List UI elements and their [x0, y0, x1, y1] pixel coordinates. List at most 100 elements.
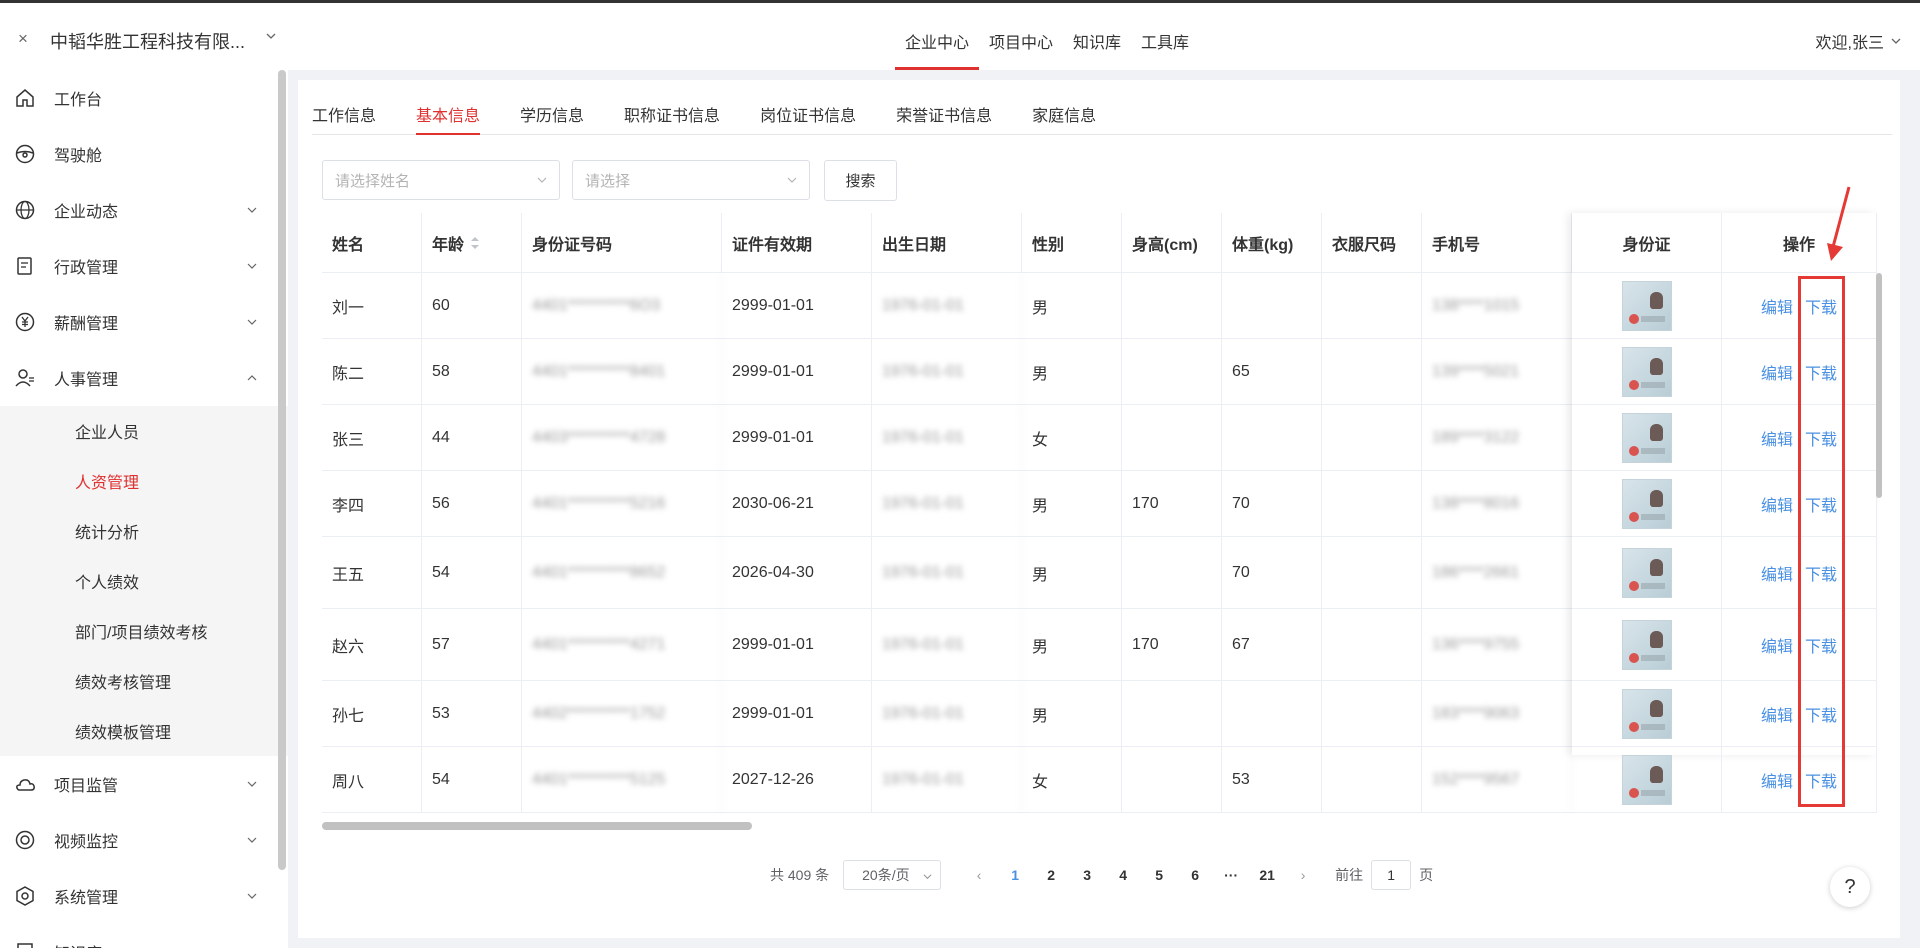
id-card-cell [1572, 339, 1722, 404]
header-label: 衣服尺码 [1332, 236, 1397, 254]
sidebar-subitem-dept-performance[interactable]: 部门/项目绩效考核 [0, 606, 288, 656]
user-menu[interactable]: 欢迎,张三 [1816, 29, 1902, 53]
page-button[interactable]: 5 [1144, 860, 1174, 890]
id-card-thumbnail[interactable] [1621, 619, 1672, 670]
prev-page-button[interactable]: ‹ [964, 860, 994, 890]
tab-family-info[interactable]: 家庭信息 [1032, 102, 1096, 135]
tab-basic-info[interactable]: 基本信息 [416, 102, 481, 135]
cell-col-gender: 男 [1022, 339, 1122, 404]
table-row: 王五 54 4401**********8652 2026-04-30 1976-01-… [322, 537, 1572, 609]
id-card-thumbnail[interactable] [1621, 346, 1672, 397]
edit-link[interactable]: 编辑 [1761, 492, 1793, 516]
page-button[interactable]: 1 [1000, 860, 1030, 890]
id-card-cell [1572, 273, 1722, 338]
page-button[interactable]: 2 [1036, 860, 1066, 890]
cell-col-height [1122, 405, 1222, 470]
sidebar-item-enterprise-news[interactable]: 企业动态 [0, 182, 288, 238]
sidebar-subitem-performance-template[interactable]: 绩效模板管理 [0, 706, 288, 756]
horizontal-scrollbar[interactable] [322, 822, 752, 830]
close-icon[interactable]: × [18, 29, 28, 49]
id-card-thumbnail[interactable] [1621, 688, 1672, 739]
tab-education-info[interactable]: 学历信息 [520, 102, 584, 135]
id-card-thumbnail[interactable] [1621, 754, 1672, 805]
table-vertical-scrollbar[interactable] [1876, 273, 1882, 498]
cell-col-birth-date: 1976-01-01 [872, 273, 1022, 338]
chevron-down-icon [247, 319, 257, 325]
id-card-thumbnail[interactable] [1621, 280, 1672, 331]
sidebar-item-workbench[interactable]: 工作台 [0, 70, 288, 126]
next-page-button[interactable]: › [1288, 860, 1318, 890]
other-select[interactable]: 请选择 [572, 160, 810, 200]
id-card-seal [1628, 313, 1639, 324]
sidebar-subitem-performance-management[interactable]: 绩效考核管理 [0, 656, 288, 706]
sort-icon[interactable] [470, 236, 480, 250]
topnav-enterprise-center[interactable]: 企业中心 [895, 3, 980, 70]
cell-col-gender: 男 [1022, 537, 1122, 608]
sidebar-subitem-statistics[interactable]: 统计分析 [0, 506, 288, 556]
cell-col-height [1122, 273, 1222, 338]
sidebar-item-administration[interactable]: 行政管理 [0, 238, 288, 294]
sidebar-subitem-personal-performance[interactable]: 个人绩效 [0, 556, 288, 606]
page-button[interactable]: 21 [1252, 860, 1282, 890]
chevron-down-icon[interactable] [265, 30, 277, 42]
download-column-highlight [1798, 276, 1845, 807]
tab-title-cert-info[interactable]: 职称证书信息 [624, 102, 720, 135]
sidebar-item-cockpit[interactable]: 驾驶舱 [0, 126, 288, 182]
horizontal-scroll-track[interactable] [322, 822, 1572, 830]
cell-col-height [1122, 339, 1222, 404]
sidebar-subitem-enterprise-staff[interactable]: 企业人员 [0, 406, 288, 456]
sidebar-item-knowledge[interactable]: 知识库 [0, 924, 288, 948]
cell-col-id-expiry: 2027-12-26 [722, 747, 872, 812]
cell-col-id-number: 4401**********6O3 [522, 273, 722, 338]
sidebar-item-video-monitoring[interactable]: 视频监控 [0, 812, 288, 868]
page-button[interactable]: 6 [1180, 860, 1210, 890]
tab-work-info[interactable]: 工作信息 [312, 102, 376, 135]
cell-col-birth-date: 1976-01-01 [872, 747, 1022, 812]
tab-post-cert-info[interactable]: 岗位证书信息 [760, 102, 856, 135]
cell-col-phone: 139****5021 [1422, 339, 1572, 404]
help-button[interactable]: ? [1830, 867, 1870, 907]
edit-link[interactable]: 编辑 [1761, 426, 1793, 450]
id-card-seal [1628, 787, 1639, 798]
search-button[interactable]: 搜索 [824, 160, 897, 201]
document-icon [14, 255, 36, 277]
header-col-age[interactable]: 年龄 [422, 213, 522, 272]
edit-link[interactable]: 编辑 [1761, 360, 1793, 384]
cell-col-gender: 男 [1022, 471, 1122, 536]
name-select[interactable]: 请选择姓名 [322, 160, 560, 200]
cell-col-size [1322, 471, 1422, 536]
page-button[interactable]: 3 [1072, 860, 1102, 890]
cell-col-phone: 136****9755 [1422, 609, 1572, 680]
page-button[interactable]: 4 [1108, 860, 1138, 890]
cell-col-birth-date: 1976-01-01 [872, 537, 1022, 608]
edit-link[interactable]: 编辑 [1761, 768, 1793, 792]
id-card-thumbnail[interactable] [1621, 412, 1672, 463]
edit-link[interactable]: 编辑 [1761, 561, 1793, 585]
edit-link[interactable]: 编辑 [1761, 294, 1793, 318]
table-row: 刘一 60 4401**********6O3 2999-01-01 1976-01-0… [322, 273, 1572, 339]
company-name[interactable]: 中韬华胜工程科技有限... [50, 28, 245, 54]
cell-col-height [1122, 537, 1222, 608]
edit-link[interactable]: 编辑 [1761, 633, 1793, 657]
topnav-tool-library[interactable]: 工具库 [1131, 3, 1199, 70]
cell-col-gender: 女 [1022, 405, 1122, 470]
pagination-total: 共 409 条 [770, 867, 830, 883]
goto-page-input[interactable]: 1 [1371, 860, 1412, 890]
topnav-project-center[interactable]: 项目中心 [979, 3, 1063, 70]
id-card-thumbnail[interactable] [1621, 547, 1672, 598]
sidebar-item-hr[interactable]: 人事管理 [0, 350, 288, 406]
cell-col-size [1322, 405, 1422, 470]
sidebar-item-project-supervision[interactable]: 项目监管 [0, 756, 288, 812]
sidebar-subitem-hr-management[interactable]: 人资管理 [0, 456, 288, 506]
info-tabs: 工作信息 基本信息 学历信息 职称证书信息 岗位证书信息 荣誉证书信息 家庭信息 [312, 102, 1892, 135]
sidebar-scrollbar[interactable] [278, 70, 286, 870]
page-size-select[interactable]: 20条/页 [843, 860, 942, 890]
sidebar-item-salary[interactable]: 薪酬管理 [0, 294, 288, 350]
id-card-thumbnail[interactable] [1621, 478, 1672, 529]
globe-icon [14, 199, 36, 221]
tab-honor-cert-info[interactable]: 荣誉证书信息 [896, 102, 992, 135]
page-ellipsis[interactable]: ··· [1216, 860, 1246, 890]
sidebar-item-system-management[interactable]: 系统管理 [0, 868, 288, 924]
topnav-knowledge-base[interactable]: 知识库 [1063, 3, 1131, 70]
edit-link[interactable]: 编辑 [1761, 702, 1793, 726]
